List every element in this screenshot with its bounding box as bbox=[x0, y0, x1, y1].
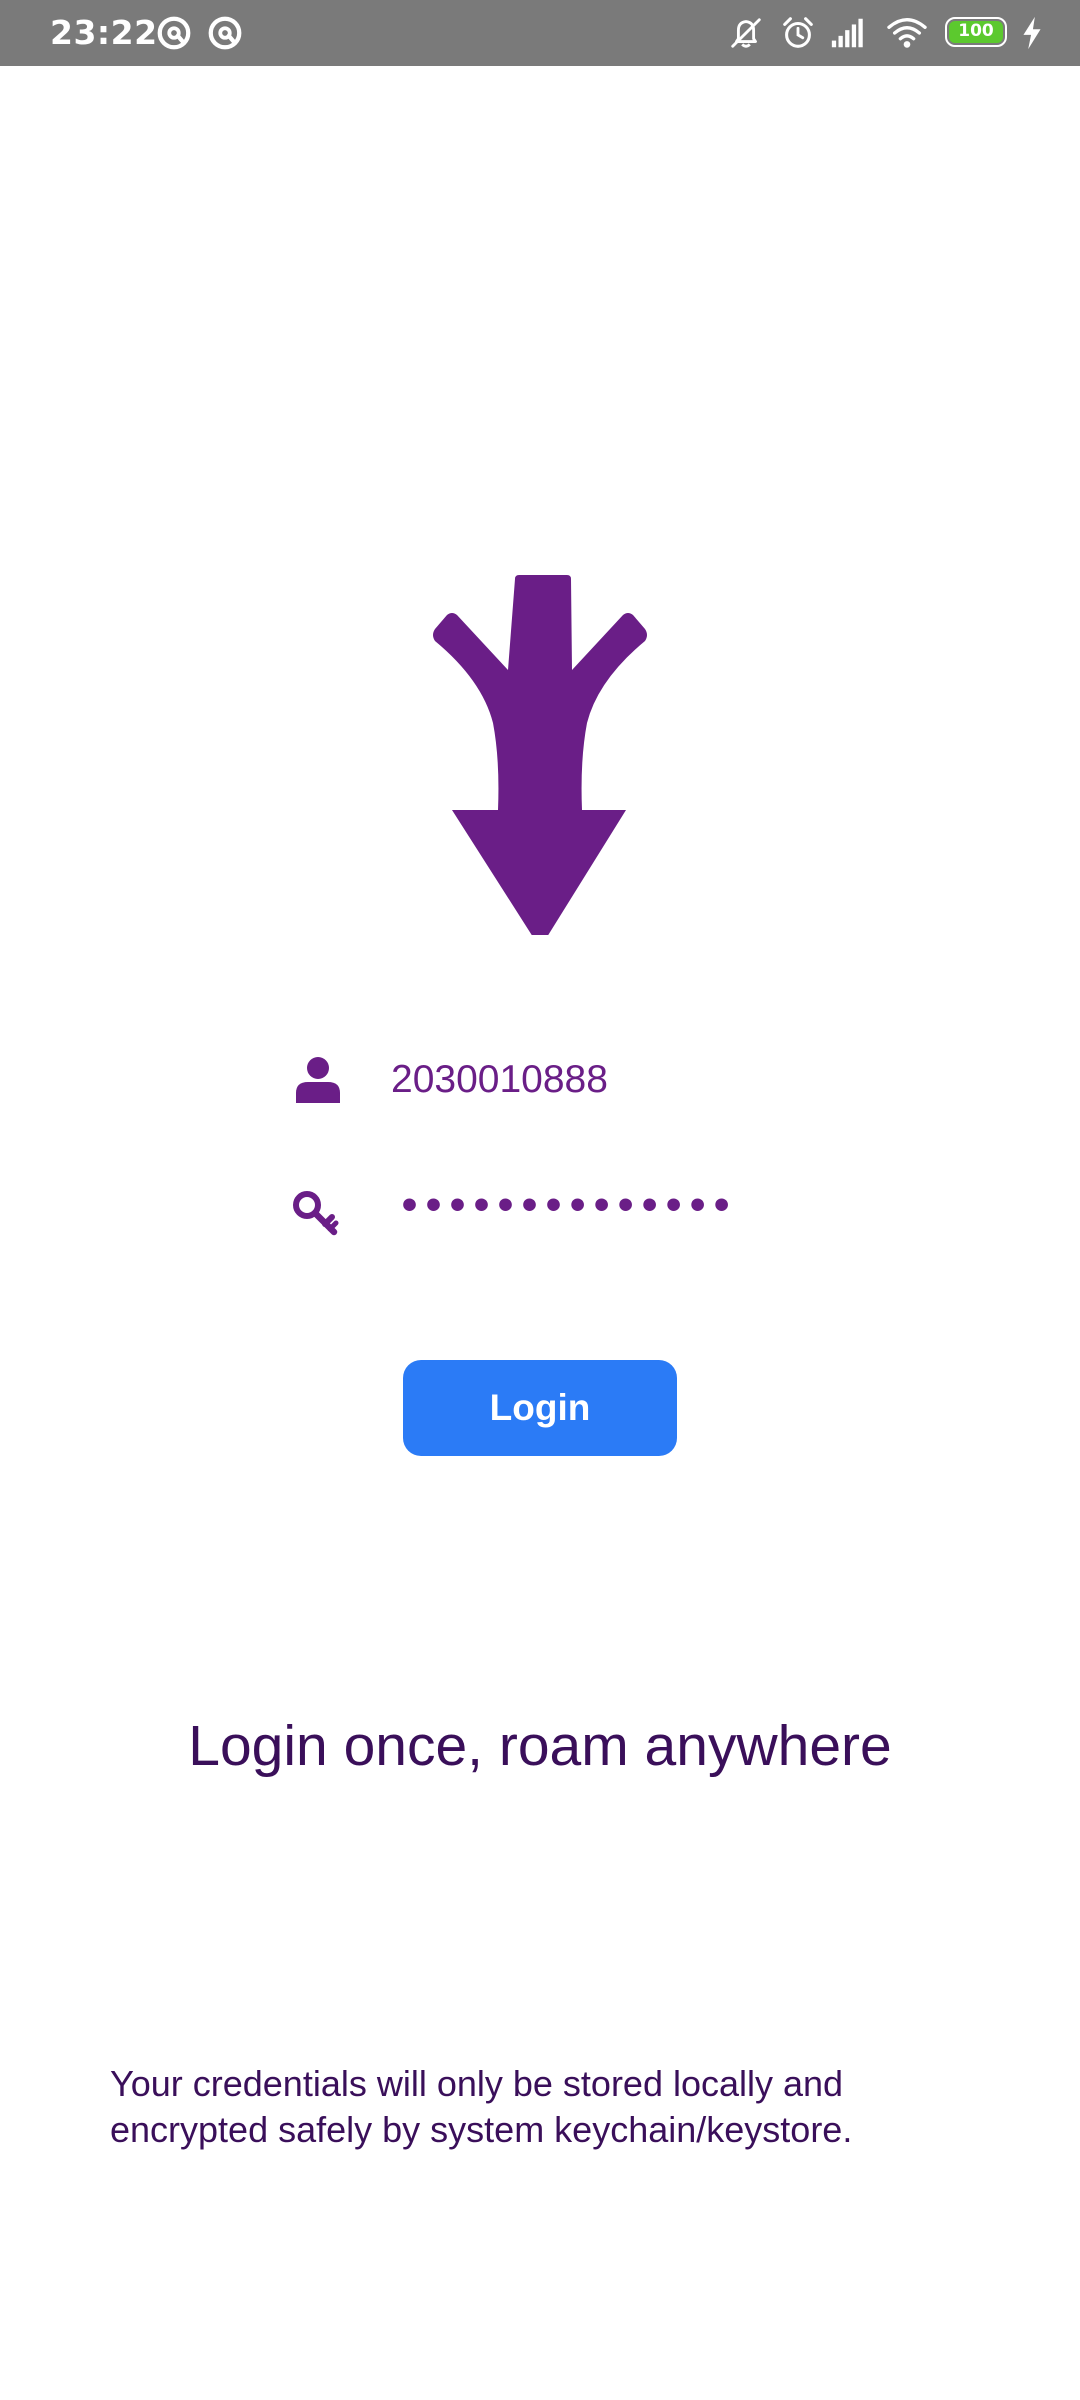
signal-icon bbox=[829, 14, 867, 52]
status-time: 23:22 bbox=[50, 13, 158, 52]
mute-icon bbox=[727, 14, 765, 52]
tagline: Login once, roam anywhere bbox=[188, 1714, 892, 1778]
person-icon bbox=[292, 1055, 344, 1107]
battery-icon: 100 bbox=[945, 17, 1007, 47]
alarm-icon bbox=[779, 14, 817, 52]
battery-level: 100 bbox=[949, 21, 1003, 43]
notification-app-icon bbox=[155, 14, 193, 52]
notification-app-icon bbox=[206, 14, 244, 52]
wifi-icon bbox=[885, 14, 929, 52]
username-field[interactable]: 2030010888 bbox=[391, 1055, 608, 1105]
charging-icon bbox=[1018, 14, 1046, 52]
status-bar: 23:22 100 bbox=[0, 0, 1080, 66]
disclaimer-text: Your credentials will only be stored loc… bbox=[110, 2061, 1010, 2153]
login-button[interactable]: Login bbox=[403, 1360, 677, 1456]
disclaimer-line-2: encrypted safely by system keychain/keys… bbox=[110, 2109, 853, 2150]
key-icon bbox=[290, 1188, 342, 1240]
password-field[interactable]: •••••••••••••• bbox=[398, 1187, 734, 1227]
arrow-logo-icon bbox=[420, 575, 660, 935]
disclaimer-line-1: Your credentials will only be stored loc… bbox=[110, 2063, 844, 2104]
